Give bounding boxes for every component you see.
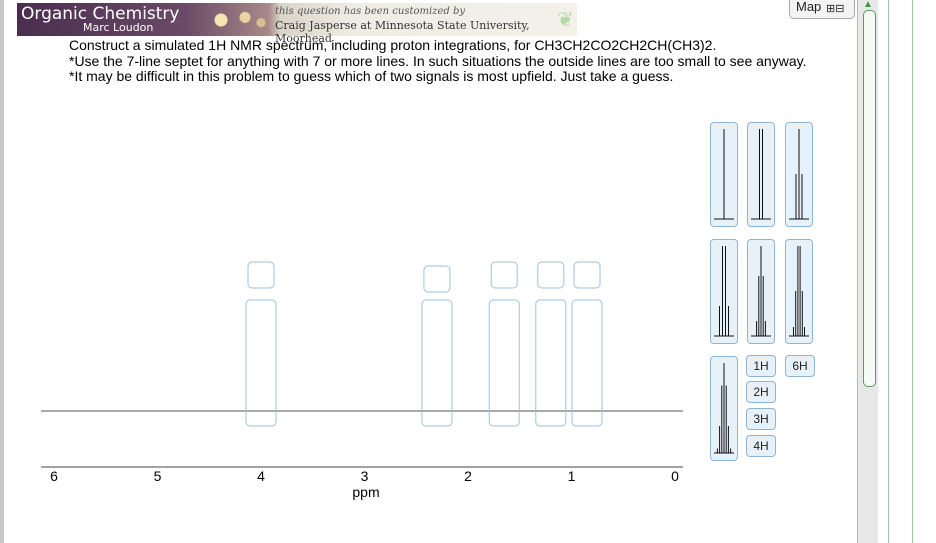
sextet-icon bbox=[789, 246, 809, 337]
signal-drop-targets[interactable] bbox=[245, 261, 603, 427]
integration-drop-slot[interactable] bbox=[537, 261, 565, 289]
multiplet-drop-slot[interactable] bbox=[488, 299, 520, 427]
multiplet-drop-slot[interactable] bbox=[535, 299, 567, 427]
integration-button-6h[interactable]: 6H bbox=[785, 355, 815, 377]
quartet-icon bbox=[714, 246, 734, 337]
integration-drop-slot[interactable] bbox=[247, 261, 275, 289]
integration-drop-slot[interactable] bbox=[573, 261, 601, 289]
integration-drop-slot[interactable] bbox=[423, 265, 451, 293]
multiplet-card-quintet[interactable] bbox=[747, 239, 775, 344]
integration-drop-slot[interactable] bbox=[490, 261, 518, 289]
multiplet-card-triplet[interactable] bbox=[785, 122, 813, 227]
quintet-icon bbox=[751, 246, 771, 337]
multiplet-drop-slot[interactable] bbox=[245, 299, 277, 427]
ppm-tick-label: 6 bbox=[50, 468, 58, 484]
multiplet-card-quartet[interactable] bbox=[710, 239, 738, 344]
singlet-icon bbox=[714, 129, 734, 220]
multiplet-drop-slot[interactable] bbox=[571, 299, 603, 427]
ppm-tick-label: 2 bbox=[464, 468, 472, 484]
ppm-tick-label: 0 bbox=[671, 468, 679, 484]
ppm-tick-label: 4 bbox=[257, 468, 265, 484]
triplet-icon bbox=[789, 129, 809, 220]
multiplet-card-singlet[interactable] bbox=[710, 122, 738, 227]
ppm-tick-label: 3 bbox=[361, 468, 369, 484]
multiplet-card-septet[interactable] bbox=[710, 356, 738, 461]
integration-button-2h[interactable]: 2H bbox=[746, 381, 776, 403]
septet-icon bbox=[714, 363, 734, 454]
doublet-icon bbox=[751, 129, 771, 220]
integration-button-3h[interactable]: 3H bbox=[746, 408, 776, 430]
ppm-tick-label: 1 bbox=[568, 468, 576, 484]
multiplet-card-doublet[interactable] bbox=[747, 122, 775, 227]
multiplet-card-sextet[interactable] bbox=[785, 239, 813, 344]
ppm-tick-label: 5 bbox=[154, 468, 162, 484]
ppm-axis-label: ppm bbox=[352, 484, 379, 500]
ppm-axis-ticks: 6 5 4 3 2 1 0 bbox=[50, 468, 679, 484]
integration-button-4h[interactable]: 4H bbox=[746, 435, 776, 457]
integration-button-1h[interactable]: 1H bbox=[746, 355, 776, 377]
multiplet-drop-slot[interactable] bbox=[421, 299, 453, 427]
